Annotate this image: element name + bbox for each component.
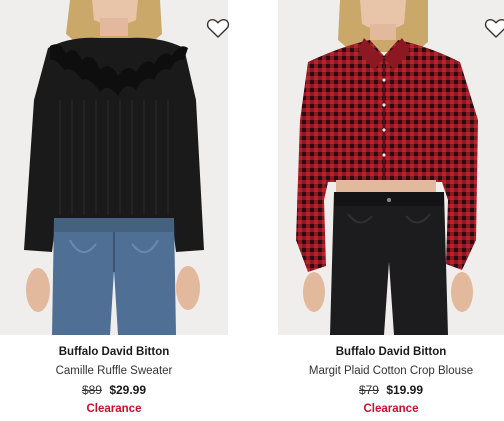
product-brand[interactable]: Buffalo David Bitton [0, 345, 228, 359]
price-row: $89 $29.99 [0, 383, 228, 398]
sale-price: $29.99 [109, 383, 147, 397]
sale-price: $19.99 [386, 383, 424, 397]
product-brand[interactable]: Buffalo David Bitton [278, 345, 504, 359]
product-image[interactable] [0, 0, 228, 335]
original-price: $79 [358, 383, 379, 397]
product-image[interactable] [278, 0, 504, 335]
red-plaid-crop-blouse-photo [278, 0, 504, 335]
clearance-badge: Clearance [86, 403, 142, 415]
product-name[interactable]: Camille Ruffle Sweater [0, 364, 228, 378]
clearance-badge: Clearance [363, 403, 419, 415]
wishlist-heart-icon[interactable] [484, 17, 504, 39]
wishlist-heart-icon[interactable] [206, 17, 230, 39]
product-info: Buffalo David Bitton Camille Ruffle Swea… [0, 345, 228, 416]
original-price: $89 [81, 383, 102, 397]
product-card[interactable]: Buffalo David Bitton Camille Ruffle Swea… [0, 0, 230, 421]
product-card[interactable]: Buffalo David Bitton Margit Plaid Cotton… [278, 0, 504, 421]
product-grid: Buffalo David Bitton Camille Ruffle Swea… [0, 0, 504, 421]
product-info: Buffalo David Bitton Margit Plaid Cotton… [278, 345, 504, 416]
black-ruffle-sweater-photo [0, 0, 228, 335]
product-name[interactable]: Margit Plaid Cotton Crop Blouse [278, 364, 504, 378]
price-row: $79 $19.99 [278, 383, 504, 398]
